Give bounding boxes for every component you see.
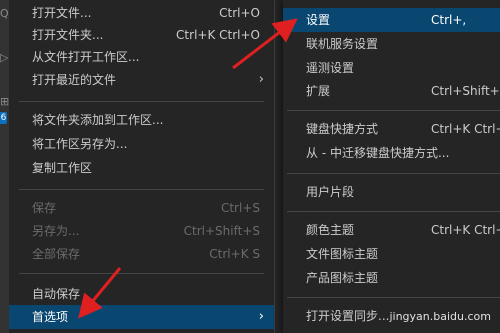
annotation-arrow-preferences: [78, 267, 122, 319]
annotation-arrow-settings: [232, 18, 298, 70]
annotation-arrows: [78, 18, 298, 319]
